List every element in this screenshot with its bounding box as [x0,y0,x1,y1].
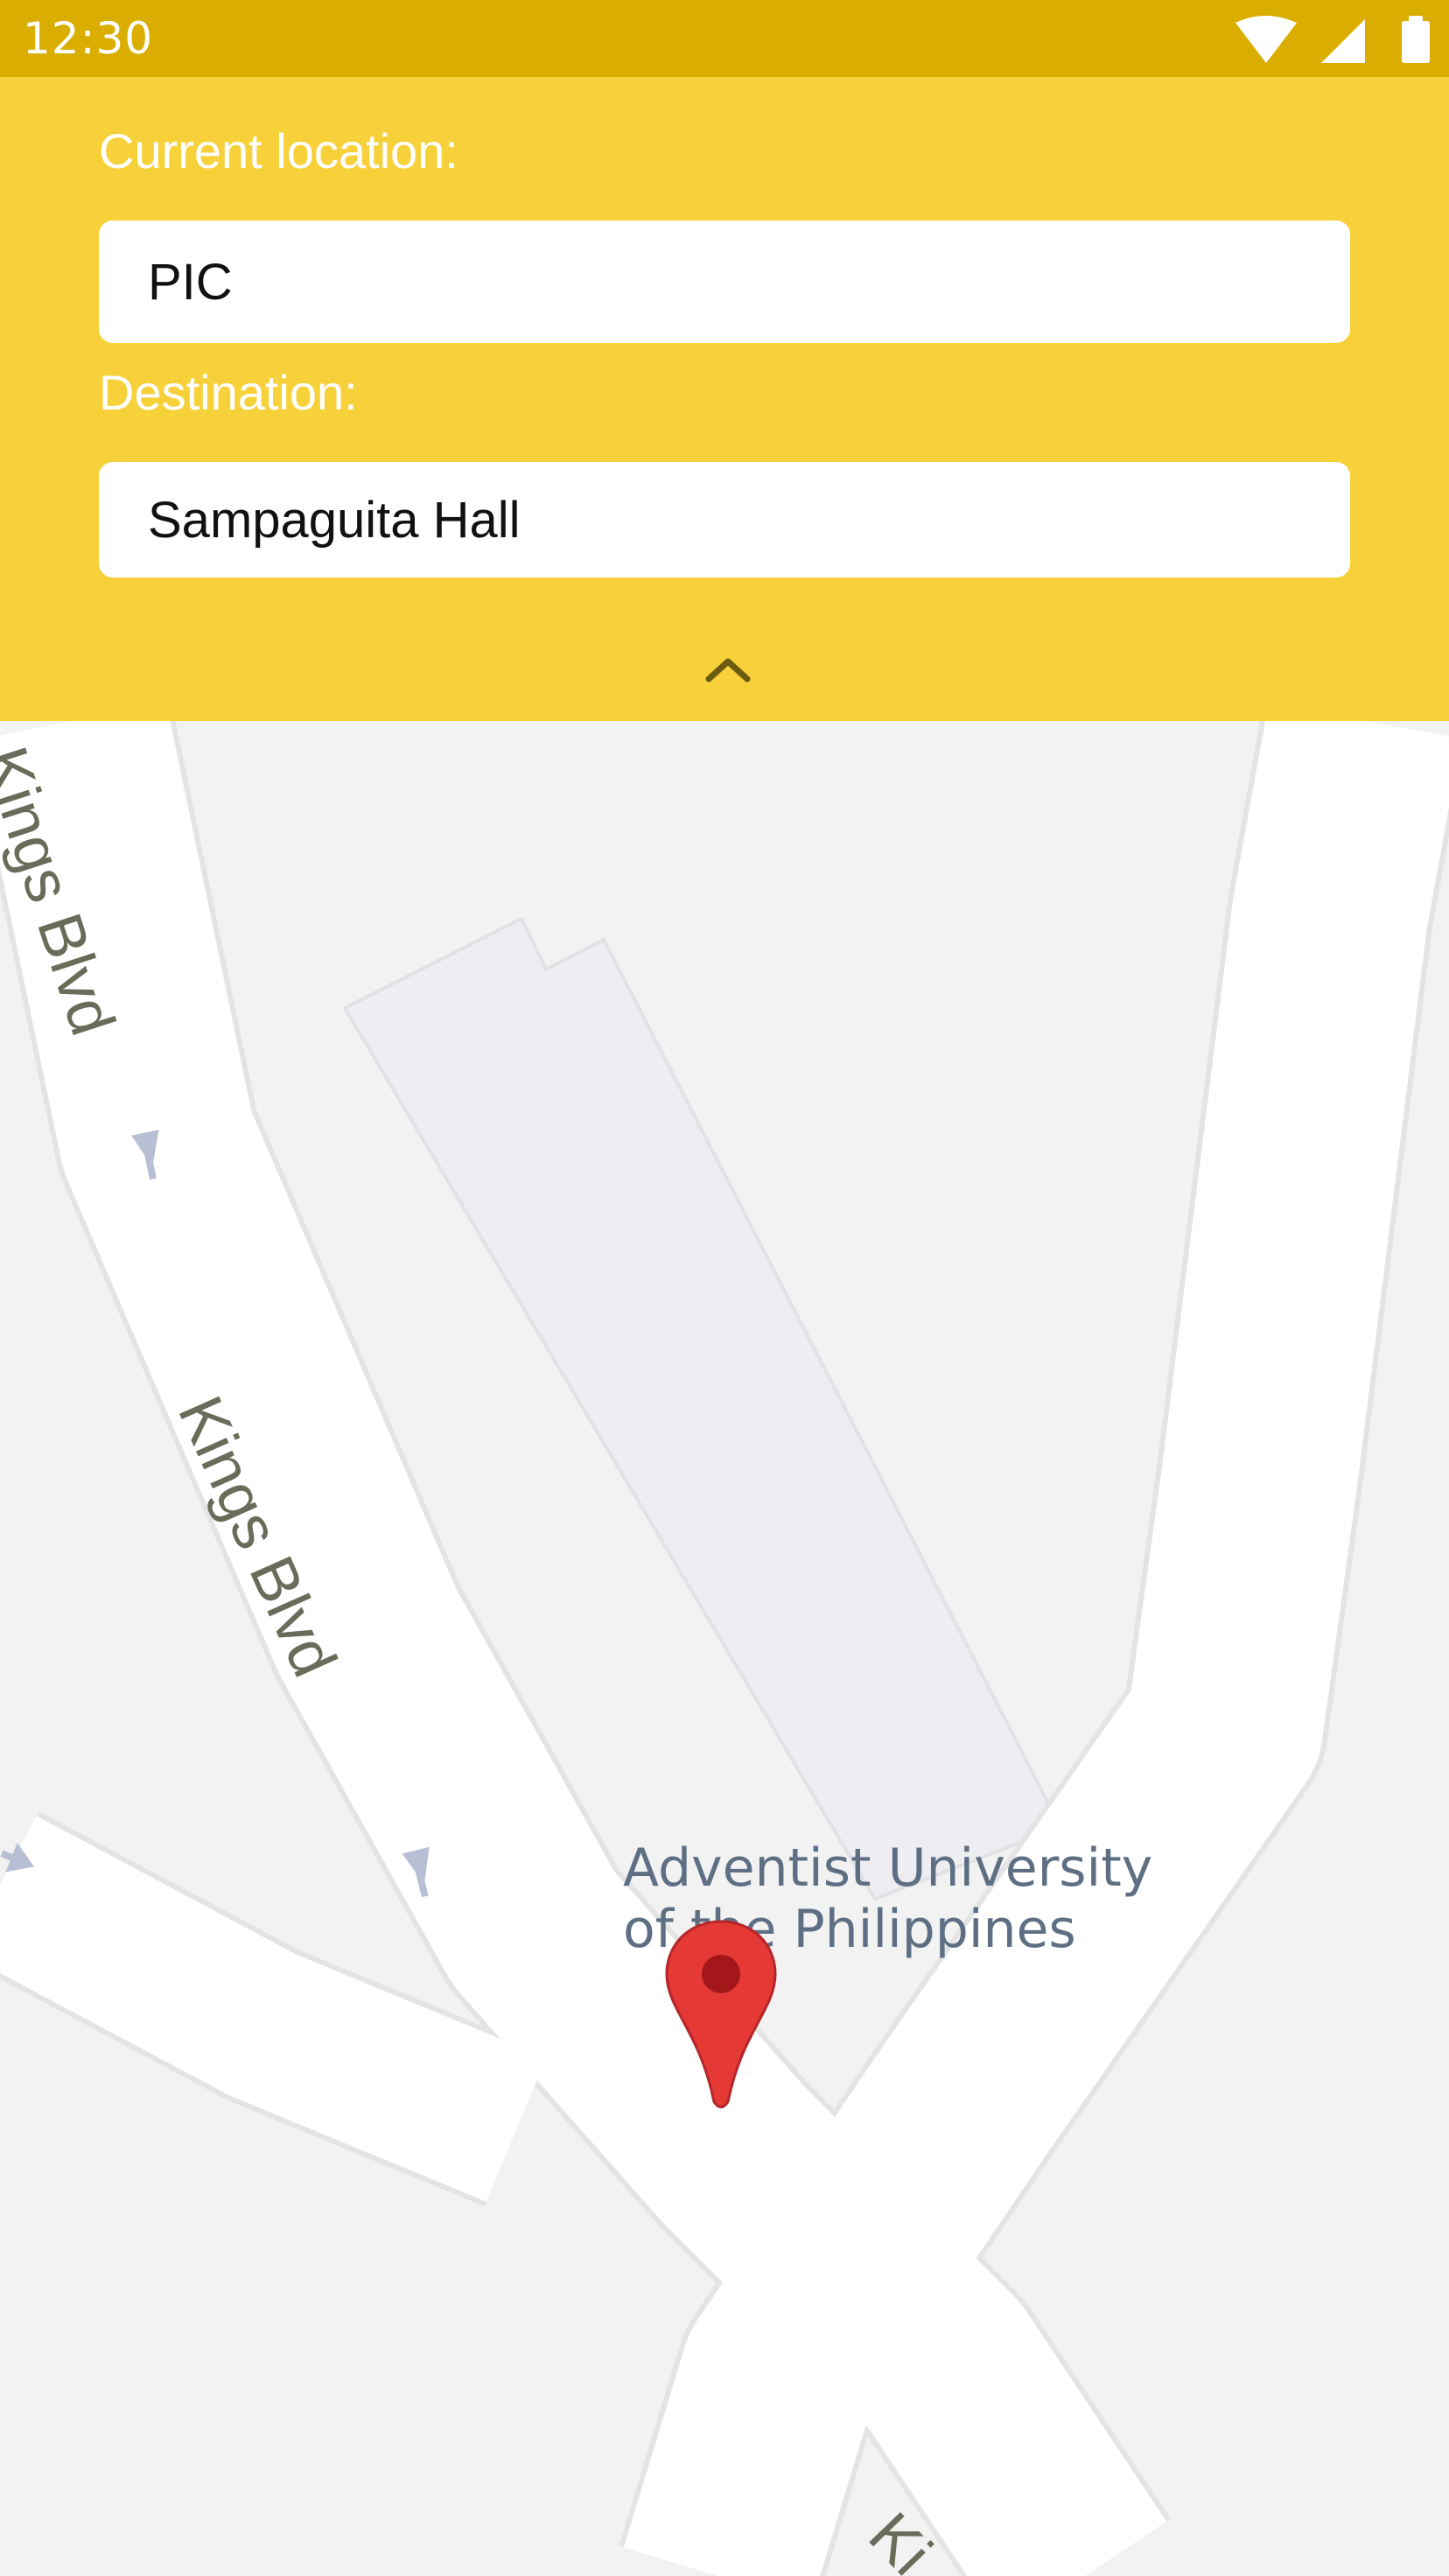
cellular-signal-icon [1321,19,1365,63]
battery-icon [1402,16,1430,63]
current-location-label: Current location: [99,123,458,178]
map-pin-icon [665,1920,777,2109]
destination-marker[interactable] [662,1918,780,2114]
chevron-up-icon [705,658,751,682]
route-panel: Current location: PIC Destination: Sampa… [0,77,1449,721]
status-time: 12:30 [23,13,154,64]
collapse-panel-button[interactable] [695,642,761,695]
place-label-line-1: Adventist University [623,1838,1153,1899]
map-view[interactable]: Kings Blvd Kings Blvd Ki Adventist Unive… [0,721,1449,2576]
destination-input[interactable]: Sampaguita Hall [99,462,1350,578]
status-icons [1234,16,1432,65]
map-canvas [0,721,1449,2576]
destination-label: Destination: [99,365,358,420]
current-location-input[interactable]: PIC [99,220,1350,343]
wifi-icon [1236,16,1297,63]
status-bar: 12:30 [0,0,1449,77]
